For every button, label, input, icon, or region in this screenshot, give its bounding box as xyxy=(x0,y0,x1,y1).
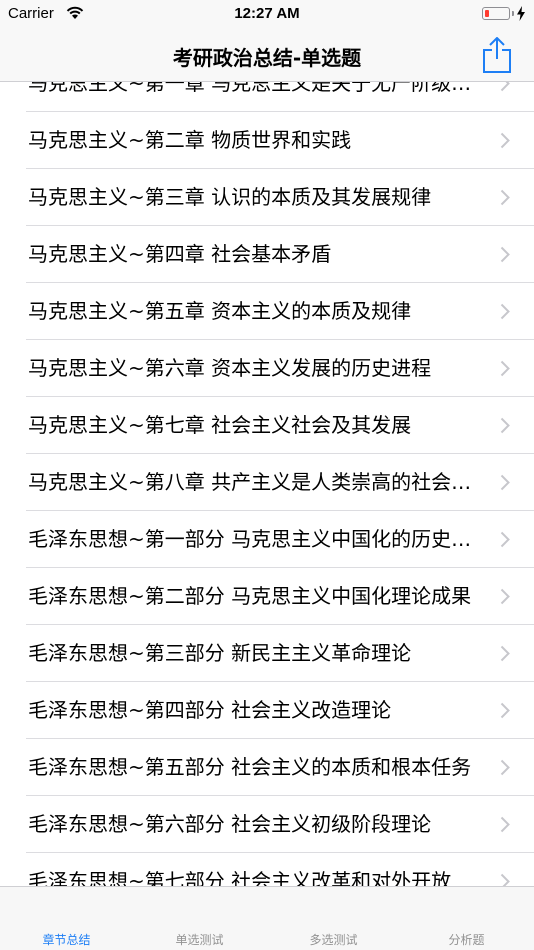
list-item-label: 毛泽东思想~第六部分 社会主义初级阶段理论 xyxy=(28,812,432,836)
list-item[interactable]: 毛泽东思想~第二部分 马克思主义中国化理论成果 xyxy=(26,568,534,625)
list-item[interactable]: 毛泽东思想~第一部分 马克思主义中国化的历史进程 xyxy=(26,511,534,568)
list-item[interactable]: 马克思主义~第四章 社会基本矛盾 xyxy=(26,226,534,283)
chevron-right-icon xyxy=(500,189,510,206)
list-item[interactable]: 马克思主义~第五章 资本主义的本质及规律 xyxy=(26,283,534,340)
battery-icon xyxy=(482,7,510,20)
status-bar: Carrier 12:27 AM xyxy=(0,0,534,28)
list-item[interactable]: 马克思主义~第三章 认识的本质及其发展规律 xyxy=(26,169,534,226)
chevron-right-icon xyxy=(500,82,510,92)
chevron-right-icon xyxy=(500,645,510,662)
navigation-bar: 考研政治总结-单选题 xyxy=(0,28,534,82)
chevron-right-icon xyxy=(500,531,510,548)
chevron-right-icon xyxy=(500,759,510,776)
chevron-right-icon xyxy=(500,417,510,434)
list-item[interactable]: 马克思主义~第一章 马克思主义是关于无产阶级和人类解放的科学 xyxy=(26,82,534,112)
chevron-right-icon xyxy=(500,873,510,886)
share-icon[interactable] xyxy=(482,37,512,73)
page-title: 考研政治总结-单选题 xyxy=(172,46,362,70)
charging-bolt-icon xyxy=(517,6,525,21)
tab-label: 章节总结 xyxy=(42,933,91,947)
list-item-label: 毛泽东思想~第四部分 社会主义改造理论 xyxy=(28,698,392,722)
list-item-label: 毛泽东思想~第五部分 社会主义的本质和根本任务 xyxy=(28,755,472,779)
list-item[interactable]: 马克思主义~第七章 社会主义社会及其发展 xyxy=(26,397,534,454)
tab-label: 单选测试 xyxy=(175,933,224,947)
chapter-list-content: 马克思主义~第一章 马克思主义是关于无产阶级和人类解放的科学 马克思主义~第二章… xyxy=(0,82,534,886)
chapter-list[interactable]: 马克思主义~第一章 马克思主义是关于无产阶级和人类解放的科学 马克思主义~第二章… xyxy=(0,82,534,886)
list-item-label: 马克思主义~第七章 社会主义社会及其发展 xyxy=(28,413,412,437)
chevron-right-icon xyxy=(500,132,510,149)
tab-analysis-questions[interactable]: 分析题 xyxy=(400,888,533,948)
list-item[interactable]: 马克思主义~第二章 物质世界和实践 xyxy=(26,112,534,169)
tab-label: 多选测试 xyxy=(309,933,358,947)
chevron-right-icon xyxy=(500,588,510,605)
list-item-label: 马克思主义~第四章 社会基本矛盾 xyxy=(28,242,332,266)
tab-chapter-summary[interactable]: 章节总结 xyxy=(0,888,133,948)
list-item-label: 毛泽东思想~第一部分 马克思主义中国化的历史进程 xyxy=(28,527,476,551)
chevron-right-icon xyxy=(500,816,510,833)
list-item-label: 毛泽东思想~第七部分 社会主义改革和对外开放 xyxy=(28,869,452,886)
battery-tip xyxy=(512,11,514,16)
tab-single-choice-test[interactable]: 单选测试 xyxy=(133,888,266,948)
list-item-label: 马克思主义~第八章 共产主义是人类崇高的社会理想 xyxy=(28,470,476,494)
list-item[interactable]: 毛泽东思想~第三部分 新民主主义革命理论 xyxy=(26,625,534,682)
list-item[interactable]: 毛泽东思想~第五部分 社会主义的本质和根本任务 xyxy=(26,739,534,796)
list-item-label: 马克思主义~第五章 资本主义的本质及规律 xyxy=(28,299,412,323)
list-item[interactable]: 毛泽东思想~第六部分 社会主义初级阶段理论 xyxy=(26,796,534,853)
tab-multiple-choice-test[interactable]: 多选测试 xyxy=(267,888,400,948)
list-item-label: 马克思主义~第二章 物质世界和实践 xyxy=(28,128,352,152)
chevron-right-icon xyxy=(500,702,510,719)
list-item-label: 马克思主义~第三章 认识的本质及其发展规律 xyxy=(28,185,432,209)
list-item-label: 毛泽东思想~第二部分 马克思主义中国化理论成果 xyxy=(28,584,472,608)
list-item-label: 马克思主义~第六章 资本主义发展的历史进程 xyxy=(28,356,432,380)
chevron-right-icon xyxy=(500,360,510,377)
list-item[interactable]: 马克思主义~第六章 资本主义发展的历史进程 xyxy=(26,340,534,397)
status-time: 12:27 AM xyxy=(234,5,300,22)
chevron-right-icon xyxy=(500,474,510,491)
list-item[interactable]: 毛泽东思想~第七部分 社会主义改革和对外开放 xyxy=(26,853,534,886)
chevron-right-icon xyxy=(500,246,510,263)
list-item-label: 毛泽东思想~第三部分 新民主主义革命理论 xyxy=(28,641,412,665)
tab-label: 分析题 xyxy=(448,933,485,947)
tab-bar: 章节总结 单选测试 多选测试 分析题 xyxy=(0,886,534,950)
list-item[interactable]: 毛泽东思想~第四部分 社会主义改造理论 xyxy=(26,682,534,739)
list-item[interactable]: 马克思主义~第八章 共产主义是人类崇高的社会理想 xyxy=(26,454,534,511)
list-item-label: 马克思主义~第一章 马克思主义是关于无产阶级和人类解放的科学 xyxy=(28,82,476,95)
chevron-right-icon xyxy=(500,303,510,320)
